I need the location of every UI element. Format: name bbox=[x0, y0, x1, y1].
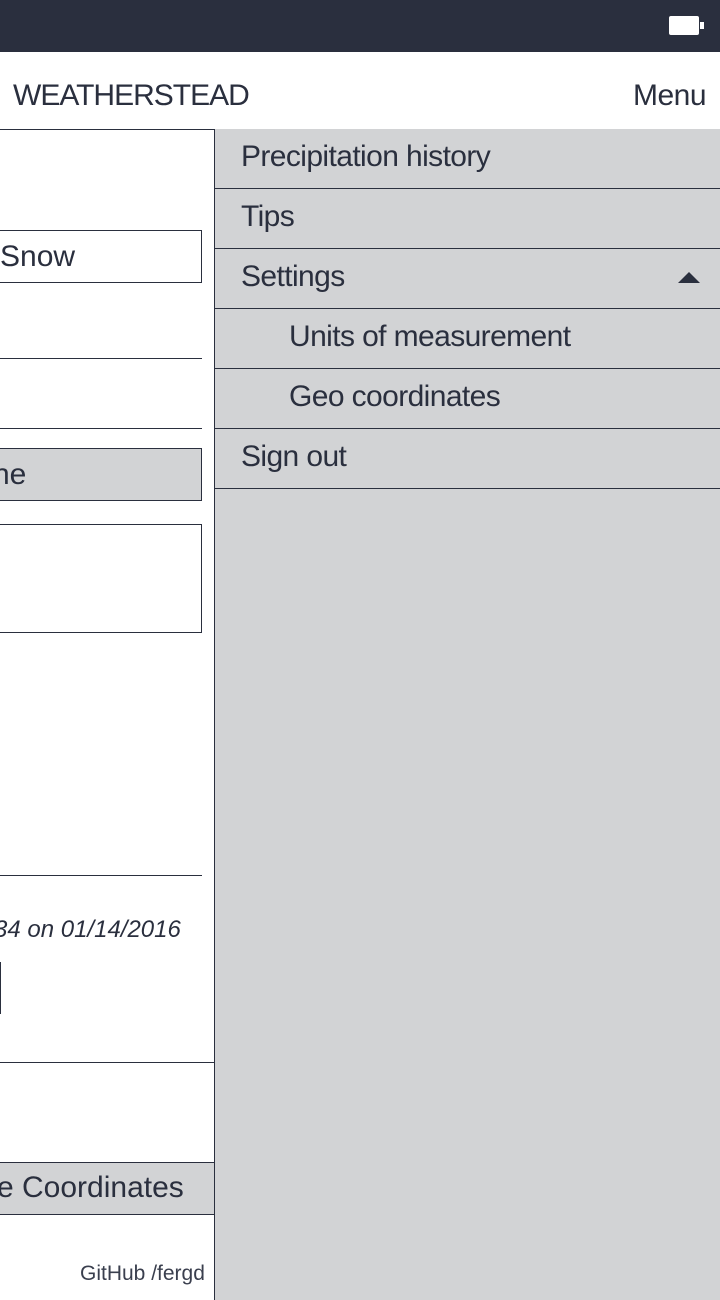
menu-item-label: Units of measurement bbox=[289, 320, 571, 353]
type-button-label: ne bbox=[0, 458, 27, 491]
footer-github-link[interactable]: GitHub /fergd bbox=[80, 1261, 205, 1287]
menu-item-label: Precipitation history bbox=[241, 140, 491, 173]
menu-item-sign-out[interactable]: Sign out bbox=[215, 429, 720, 489]
status-bar bbox=[0, 0, 720, 52]
menu-item-precipitation-history[interactable]: Precipitation history bbox=[215, 129, 720, 189]
menu-item-settings[interactable]: Settings bbox=[215, 249, 720, 309]
amount-field-underline[interactable] bbox=[0, 358, 202, 359]
section-divider bbox=[0, 1062, 214, 1063]
menu-item-label: Geo coordinates bbox=[289, 380, 501, 413]
caret-up-icon bbox=[678, 272, 700, 283]
menu-item-geo-coordinates[interactable]: Geo coordinates bbox=[215, 369, 720, 429]
menu-item-units-of-measurement[interactable]: Units of measurement bbox=[215, 309, 720, 369]
date-field-underline[interactable] bbox=[0, 428, 202, 429]
section-divider bbox=[0, 875, 202, 876]
precipitation-select[interactable]: Snow bbox=[0, 230, 202, 283]
last-updated-text: 34 on 01/14/2016 bbox=[0, 916, 181, 943]
battery-icon bbox=[669, 16, 704, 35]
menu-item-tips[interactable]: Tips bbox=[215, 189, 720, 249]
geo-coordinates-button-label: e Coordinates bbox=[0, 1171, 184, 1204]
menu-item-label: Sign out bbox=[241, 440, 347, 473]
geo-coordinates-button[interactable]: e Coordinates bbox=[0, 1162, 215, 1215]
type-button[interactable]: ne bbox=[0, 448, 202, 501]
app-header: WEATHERSTEAD Menu bbox=[0, 52, 720, 130]
menu-drawer: Precipitation history Tips Settings Unit… bbox=[214, 129, 720, 1300]
precipitation-select-value: Snow bbox=[0, 240, 76, 273]
app-title: WEATHERSTEAD bbox=[13, 79, 250, 112]
menu-item-label: Tips bbox=[241, 200, 295, 233]
record-box-edge bbox=[0, 962, 1, 1014]
menu-button[interactable]: Menu bbox=[633, 78, 707, 114]
notes-textarea[interactable] bbox=[0, 524, 202, 633]
menu-item-label: Settings bbox=[241, 260, 345, 293]
